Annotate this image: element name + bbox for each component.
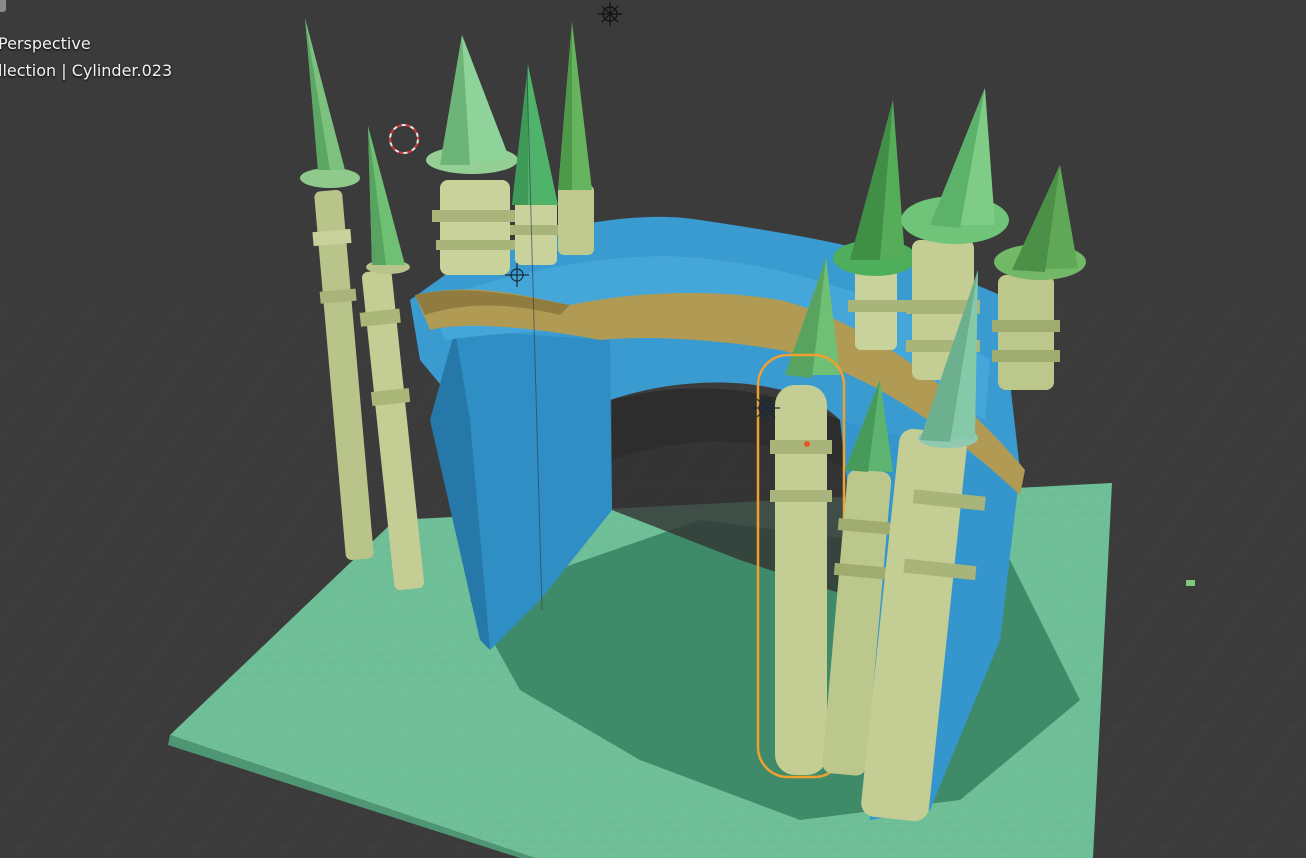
- back-tower-large[interactable]: [426, 35, 518, 275]
- 3d-viewport[interactable]: Perspective llection | Cylinder.023: [0, 0, 1306, 858]
- back-tower-small-1[interactable]: [510, 65, 562, 265]
- collection-object-label: llection | Cylinder.023: [0, 61, 173, 80]
- viewport-scene[interactable]: [0, 0, 1306, 858]
- light-icon[interactable]: [598, 2, 622, 26]
- 3d-cursor-icon[interactable]: [389, 124, 419, 154]
- corner-widget[interactable]: [0, 0, 6, 12]
- back-tower-small-2[interactable]: [558, 22, 594, 255]
- object-marker[interactable]: [1186, 580, 1195, 586]
- active-object-name: Cylinder.023: [71, 61, 173, 80]
- collection-name: llection: [0, 61, 57, 80]
- view-mode-label: Perspective: [0, 34, 91, 53]
